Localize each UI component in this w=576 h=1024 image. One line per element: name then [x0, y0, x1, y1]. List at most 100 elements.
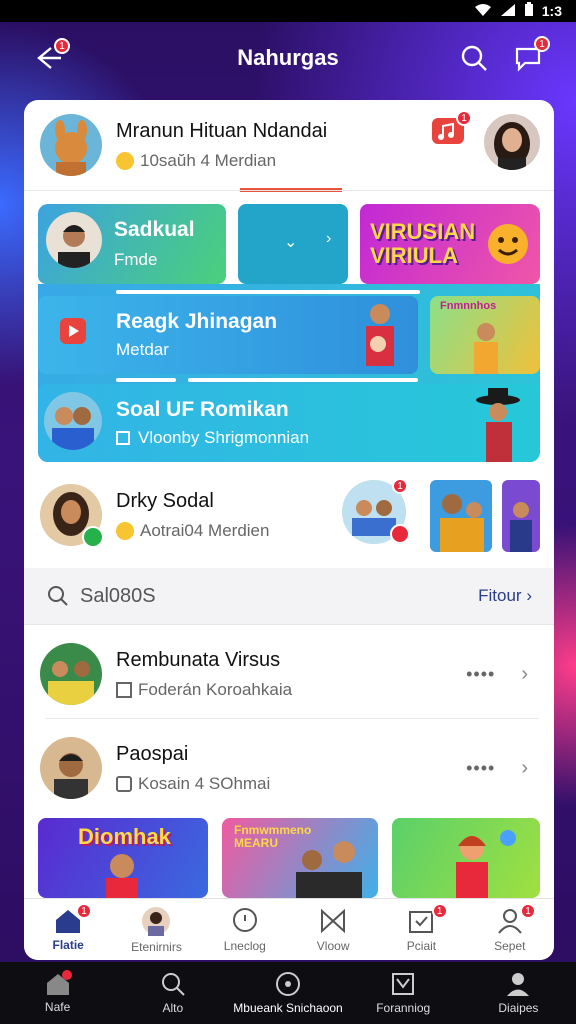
group-badge: 1: [392, 478, 408, 494]
profile-subtitle: Aotrai04 Merdien: [140, 520, 270, 540]
bottom-nav: 1 Flatie Etenirnirs Lneclog Vloow 1 Pcia…: [24, 898, 554, 960]
nav-item-chat[interactable]: Lneclog: [201, 899, 289, 960]
back-button[interactable]: 1: [30, 38, 70, 76]
avatar-icon: [142, 906, 171, 936]
nav-label: Pciait: [406, 938, 437, 953]
battery-icon: [524, 2, 534, 20]
nav-label: Flatie: [52, 937, 84, 952]
chevron-right-icon: ›: [326, 230, 332, 247]
search-icon: [161, 973, 185, 996]
feed-tile-sadkual[interactable]: Sadkual Fmde: [38, 204, 226, 284]
person-icon: [507, 973, 530, 996]
main-card: Mranun Hituan Ndandai 10saŭh 4 Merdian 1…: [24, 100, 554, 960]
nav-label: Etenirnirs: [131, 939, 182, 954]
family-avatar: [40, 643, 102, 705]
notification-dot: [62, 970, 72, 980]
thumb-boys[interactable]: [430, 480, 492, 552]
chevron-down-icon: ⌄: [284, 234, 298, 251]
nav-item-profile[interactable]: 1 Sepet: [466, 899, 554, 960]
smiley-icon: [116, 151, 134, 170]
system-nav-bar: Nafe Alto Mbueank Snichaoon Foranniog Di…: [0, 962, 576, 1024]
tile-subtitle: Fmde: [114, 250, 158, 269]
chat-badge: 1: [534, 36, 550, 52]
chevron-right-icon[interactable]: ›: [521, 663, 528, 686]
thumb-label: Fnmnnhos: [440, 300, 497, 312]
more-options-icon[interactable]: ••••: [466, 664, 495, 685]
smiley-icon: [116, 521, 134, 540]
feed-tile-soal[interactable]: Soal UF Romikan Vloonby Shrigmonnian: [38, 384, 540, 462]
group-icon: [116, 775, 132, 792]
feed-tile-arrows[interactable]: ⌄ ›: [238, 204, 348, 284]
thumbnail[interactable]: Diomhak: [38, 818, 208, 898]
progress-line: [188, 378, 418, 382]
nav-badge: 1: [519, 903, 536, 919]
filter-label: Fitour: [478, 586, 522, 605]
sys-nav-news[interactable]: Foranniog: [346, 971, 461, 1015]
search-icon: [461, 45, 487, 71]
banner-text: VIRUSIAN VIRIULA: [370, 219, 476, 268]
feed-tile-reagk[interactable]: Reagk Jhinagan Metdar: [38, 296, 418, 374]
list-item[interactable]: Rembunata Virsus Foderán Koroahkaia ••••…: [24, 628, 554, 720]
tile-title: Soal UF Romikan: [116, 398, 289, 421]
item-name: Rembunata Virsus: [116, 648, 281, 671]
search-label: Sal080S: [80, 584, 156, 607]
profile-name: Mranun Hituan Ndandai: [116, 119, 328, 142]
feed-thumb-kids[interactable]: Fnmnnhos: [430, 296, 540, 374]
signal-icon: [500, 3, 516, 20]
search-row[interactable]: Sal080S Fitour ›: [24, 568, 554, 624]
checkbox-icon: [116, 681, 132, 698]
sys-nav-home[interactable]: Nafe: [0, 970, 115, 1014]
search-icon: [48, 586, 68, 606]
music-badge: 1: [456, 110, 472, 126]
nav-item-home[interactable]: 1 Flatie: [24, 899, 112, 960]
top-profile-row[interactable]: Mranun Hituan Ndandai 10saŭh 4 Merdian 1: [24, 100, 554, 190]
woman-avatar: [40, 484, 104, 548]
sys-nav-label: Nafe: [44, 1000, 71, 1014]
status-dot: [390, 524, 410, 544]
tile-subtitle: Metdar: [116, 340, 169, 359]
chevron-right-icon[interactable]: ›: [521, 757, 528, 780]
sys-nav-person[interactable]: Diaipes: [461, 971, 576, 1015]
filter-button[interactable]: Fitour ›: [478, 586, 532, 606]
music-notify-icon[interactable]: 1: [432, 110, 472, 144]
woman-avatar[interactable]: [484, 114, 540, 170]
progress-line: [116, 378, 176, 382]
page-title: Nahurgas: [237, 45, 339, 70]
more-options-icon[interactable]: ••••: [466, 758, 495, 779]
group-avatar[interactable]: 1: [342, 478, 410, 544]
nav-label: Vloow: [316, 938, 350, 953]
sys-nav-center[interactable]: Mbueank Snichaoon: [230, 971, 345, 1015]
tile-subtitle: Vloonby Shrigmonnian: [138, 428, 310, 447]
divider: [24, 190, 554, 191]
profile-subtitle: 10saŭh 4 Merdian: [140, 150, 277, 170]
nav-label: Lneclog: [223, 938, 266, 953]
progress-line: [116, 290, 420, 294]
thumb-family[interactable]: [502, 480, 540, 552]
status-time: 1:3: [541, 3, 562, 19]
sys-nav-label: Foranniog: [376, 1001, 431, 1015]
circle-icon: [276, 972, 300, 996]
sys-nav-search[interactable]: Alto: [115, 971, 230, 1015]
item-name: Paospai: [116, 742, 189, 765]
profile-row-drky[interactable]: Drky Sodal Aotrai04 Merdien 1: [24, 470, 554, 560]
sys-nav-label: Alto: [162, 1001, 184, 1015]
boy-hat-illustration: [476, 388, 520, 462]
nav-item-view[interactable]: Vloow: [289, 899, 377, 960]
thumbnail[interactable]: [392, 818, 540, 898]
nav-item-profiles[interactable]: Etenirnirs: [112, 899, 200, 960]
item-subtitle: Foderán Koroahkaia: [138, 679, 293, 699]
nav-item-calendar[interactable]: 1 Pciait: [377, 899, 465, 960]
chat-button[interactable]: 1: [510, 36, 550, 76]
kids-illustration: [366, 304, 394, 366]
divider: [46, 718, 538, 719]
sys-nav-label: Diaipes: [498, 1001, 539, 1015]
feed-banner[interactable]: VIRUSIAN VIRIULA: [360, 204, 540, 284]
list-item[interactable]: Paospai Kosain 4 SOhmai •••• ›: [24, 722, 554, 814]
tile-title: Reagk Jhinagan: [116, 310, 278, 333]
nav-badge: 1: [76, 903, 92, 919]
thumbnail[interactable]: Fnmwmmeno MEARU: [222, 818, 378, 898]
video-icon: [60, 318, 86, 344]
chevron-right-icon: ›: [526, 586, 532, 605]
search-button[interactable]: [456, 40, 492, 76]
news-icon: [392, 973, 415, 995]
